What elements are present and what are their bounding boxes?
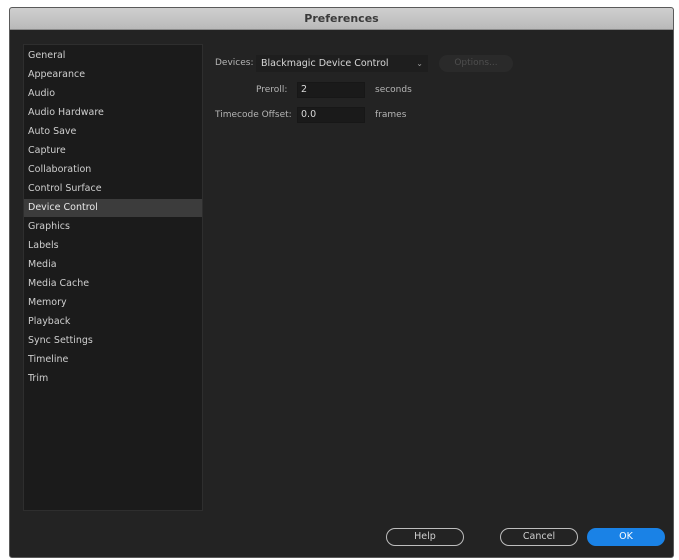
ok-button[interactable]: OK — [587, 528, 665, 546]
help-button[interactable]: Help — [386, 528, 464, 546]
preferences-sidebar: General Appearance Audio Audio Hardware … — [23, 44, 203, 511]
sidebar-item-media[interactable]: Media — [24, 256, 202, 274]
sidebar-item-trim[interactable]: Trim — [24, 370, 202, 388]
sidebar-item-memory[interactable]: Memory — [24, 294, 202, 312]
dialog-title: Preferences — [10, 8, 673, 30]
cancel-button[interactable]: Cancel — [500, 528, 578, 546]
timecode-offset-unit: frames — [375, 110, 407, 120]
devices-select-value: Blackmagic Device Control — [261, 58, 389, 69]
timecode-offset-input[interactable]: 0.0 — [297, 107, 365, 123]
devices-select[interactable]: Blackmagic Device Control ⌄ — [256, 55, 428, 72]
sidebar-item-labels[interactable]: Labels — [24, 237, 202, 255]
chevron-down-icon: ⌄ — [416, 59, 423, 68]
preroll-label: Preroll: — [256, 85, 288, 95]
sidebar-item-auto-save[interactable]: Auto Save — [24, 123, 202, 141]
sidebar-item-audio[interactable]: Audio — [24, 85, 202, 103]
sidebar-item-graphics[interactable]: Graphics — [24, 218, 202, 236]
sidebar-item-device-control[interactable]: Device Control — [24, 199, 202, 217]
preferences-dialog: Preferences General Appearance Audio Aud… — [9, 7, 674, 558]
sidebar-item-audio-hardware[interactable]: Audio Hardware — [24, 104, 202, 122]
sidebar-item-playback[interactable]: Playback — [24, 313, 202, 331]
sidebar-item-collaboration[interactable]: Collaboration — [24, 161, 202, 179]
sidebar-item-appearance[interactable]: Appearance — [24, 66, 202, 84]
options-button[interactable]: Options... — [439, 55, 513, 72]
sidebar-item-control-surface[interactable]: Control Surface — [24, 180, 202, 198]
devices-label: Devices: — [215, 58, 254, 68]
timecode-offset-label: Timecode Offset: — [215, 110, 292, 120]
sidebar-item-general[interactable]: General — [24, 47, 202, 65]
sidebar-item-capture[interactable]: Capture — [24, 142, 202, 160]
sidebar-item-timeline[interactable]: Timeline — [24, 351, 202, 369]
preroll-unit: seconds — [375, 85, 412, 95]
sidebar-item-media-cache[interactable]: Media Cache — [24, 275, 202, 293]
sidebar-item-sync-settings[interactable]: Sync Settings — [24, 332, 202, 350]
preroll-input[interactable]: 2 — [297, 82, 365, 98]
